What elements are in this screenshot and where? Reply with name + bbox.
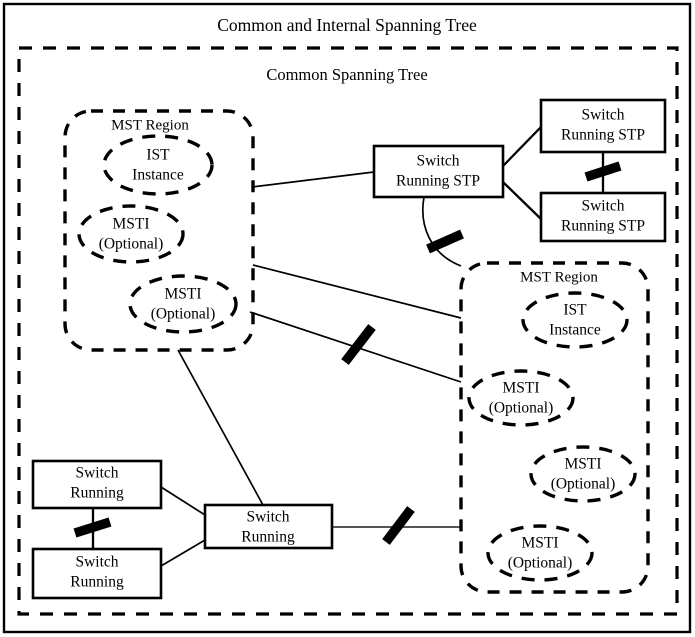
link-center-stp-to-bottom-right-stp [502,181,542,220]
msti-left-2-line1: MSTI [164,286,201,303]
blocked-link-marker-left-switch-pair [73,517,112,538]
switch-running-center-line1: Switch [246,509,289,526]
msti-right-2: MSTI (Optional) [529,445,637,503]
msti-right-1-line2: (Optional) [489,400,554,417]
switch-running-center: Switch Running [203,503,334,550]
switch-running-bottom-left-line1: Switch [75,554,118,571]
link-center-stp-to-top-right-stp [502,126,542,167]
switch-stp-bottom-right-line2: Running STP [561,218,645,235]
switch-running-top-left-line2: Running [70,485,124,502]
ist-instance-left-line2: Instance [132,167,184,184]
link-top-left-switch-to-center-switch [160,486,206,516]
msti-left-2-shape [128,274,238,334]
mst-region-left-label: MST Region [111,117,189,133]
msti-right-3-line1: MSTI [521,535,558,552]
common-spanning-tree-label: Common Spanning Tree [266,65,427,84]
msti-left-2-line2: (Optional) [151,306,216,323]
ist-instance-right: IST Instance [521,291,629,349]
switch-stp-center: Switch Running STP [372,144,505,199]
mst-region-right-label: MST Region [520,269,598,285]
switch-stp-bottom-right: Switch Running STP [539,191,667,243]
switch-running-bottom-left-line2: Running [70,574,124,591]
msti-left-2: MSTI (Optional) [128,274,238,334]
blocked-link-marker-center-switch-to-right-region [382,506,415,545]
msti-right-3-line2: (Optional) [508,555,573,572]
switch-stp-top-right-line1: Switch [581,107,624,124]
msti-right-2-line2: (Optional) [551,476,616,493]
switch-running-bottom-left: Switch Running [31,547,163,600]
msti-right-1-line1: MSTI [502,380,539,397]
msti-left-1-line2: (Optional) [99,236,164,253]
switch-stp-top-right: Switch Running STP [539,98,667,154]
msti-left-1-line1: MSTI [112,216,149,233]
diagram-title: Common and Internal Spanning Tree [217,15,477,35]
switch-stp-top-right-line2: Running STP [561,127,645,144]
switch-stp-center-line2: Running STP [396,173,480,190]
link-left-region-to-right-region-upper [252,264,462,319]
ist-instance-right-line1: IST [563,302,587,319]
msti-right-1: MSTI (Optional) [467,369,575,427]
blocked-link-marker-right-stp-pair [584,161,622,182]
ist-instance-left-line1: IST [146,147,170,164]
switch-running-top-left-line1: Switch [75,465,118,482]
link-left-region-to-center-stp [251,171,375,188]
msti-right-3: MSTI (Optional) [486,524,594,582]
diagram-canvas: Common and Internal Spanning Tree Common… [2,2,692,634]
switch-stp-center-line1: Switch [416,153,459,170]
mst-region-right: MST Region IST Instance MSTI (Optional) … [459,261,650,594]
mst-region-left: MST Region IST Instance MSTI (Optional) … [63,109,255,352]
link-bottom-left-switch-to-center-switch [160,539,206,567]
cist-topology-diagram: Common and Internal Spanning Tree Common… [0,0,695,637]
link-center-stp-to-right-region [422,196,462,267]
blocked-link-marker-center-stp-to-right-region [426,229,464,254]
ist-instance-left: IST Instance [102,134,214,196]
msti-left-1: MSTI (Optional) [77,204,185,264]
ist-instance-left-shape [102,134,214,196]
link-left-region-to-center-switch [177,349,264,506]
msti-left-1-shape [77,204,185,264]
switch-running-top-left: Switch Running [31,459,163,510]
switch-running-center-line2: Running [241,529,295,546]
msti-right-2-line1: MSTI [564,456,601,473]
switch-stp-bottom-right-line1: Switch [581,198,624,215]
ist-instance-right-line2: Instance [549,322,601,339]
outer-border [2,2,692,634]
